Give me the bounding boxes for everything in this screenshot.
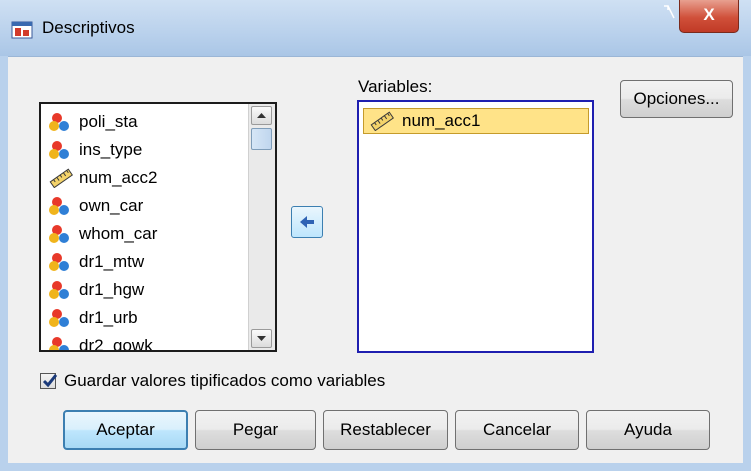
scale-ruler-icon	[49, 168, 73, 188]
nominal-icon	[49, 253, 69, 271]
window-title: Descriptivos	[42, 18, 135, 37]
variables-label: Variables:	[358, 77, 433, 96]
arrow-left-icon	[300, 216, 314, 228]
source-list-item[interactable]: dr2_gowk	[49, 332, 153, 352]
paste-button[interactable]: Pegar	[195, 410, 316, 450]
cancel-button-label: Cancelar	[482, 420, 552, 439]
save-standardized-option[interactable]: Guardar valores tipificados como variabl…	[40, 371, 385, 391]
help-button[interactable]: Ayuda	[586, 410, 710, 450]
source-list-item-label: poli_sta	[79, 112, 138, 131]
source-list-item[interactable]: dr1_urb	[49, 304, 138, 332]
help-button-label: Ayuda	[624, 420, 672, 439]
ok-button-label: Aceptar	[96, 420, 155, 439]
source-list-item[interactable]: dr1_hgw	[49, 276, 144, 304]
checkmark-icon	[42, 374, 58, 388]
save-standardized-checkbox[interactable]	[40, 373, 58, 389]
reset-button[interactable]: Restablecer	[323, 410, 448, 450]
source-list-item[interactable]: poli_sta	[49, 108, 138, 136]
source-list-item-label: dr1_urb	[79, 308, 138, 327]
source-list-item-label: whom_car	[79, 224, 158, 243]
save-standardized-label: Guardar valores tipificados como variabl…	[64, 371, 386, 390]
window-frame-bottom	[0, 463, 751, 471]
nominal-icon	[49, 309, 69, 327]
variables-item-label: num_acc1	[402, 111, 481, 130]
close-button[interactable]: X	[679, 0, 739, 33]
resize-cursor-icon	[664, 5, 675, 19]
source-list-item[interactable]: num_acc2	[49, 164, 157, 192]
nominal-icon	[49, 141, 69, 159]
scroll-down-arrow-icon	[257, 336, 266, 341]
nominal-icon	[49, 113, 69, 131]
source-variable-list[interactable]: poli_sta ins_type num_acc2 own_car whom_card…	[39, 102, 277, 352]
options-button-label: Opciones...	[633, 89, 720, 108]
options-button[interactable]: Opciones...	[620, 80, 733, 118]
scroll-down-button[interactable]	[251, 329, 272, 348]
scale-ruler-icon	[370, 111, 394, 131]
title-bar: Descriptivos X	[0, 0, 751, 57]
source-list-item-label: dr1_hgw	[79, 280, 145, 299]
scroll-thumb[interactable]	[251, 128, 272, 150]
window-frame-left	[0, 56, 8, 471]
move-variable-button[interactable]	[291, 206, 323, 238]
nominal-icon	[49, 281, 69, 299]
scroll-up-arrow-icon	[257, 113, 266, 118]
spss-dialog-icon	[11, 21, 33, 39]
source-list-item-label: own_car	[79, 196, 144, 215]
source-list-item[interactable]: own_car	[49, 192, 143, 220]
scroll-up-button[interactable]	[251, 106, 272, 125]
list-scrollbar[interactable]	[248, 104, 275, 350]
window-frame-right	[743, 56, 751, 471]
source-list-item-label: num_acc2	[79, 168, 158, 187]
variables-target-list[interactable]: num_acc1	[357, 100, 594, 353]
source-list-item-label: dr2_gowk	[79, 336, 153, 352]
nominal-icon	[49, 225, 69, 243]
source-list-item-label: ins_type	[79, 140, 143, 159]
paste-button-label: Pegar	[232, 420, 279, 439]
source-list-item-label: dr1_mtw	[79, 252, 145, 271]
nominal-icon	[49, 337, 69, 350]
nominal-icon	[49, 197, 69, 215]
source-list-item[interactable]: whom_car	[49, 220, 157, 248]
variables-list-item-selected[interactable]: num_acc1	[363, 108, 589, 134]
cancel-button[interactable]: Cancelar	[455, 410, 579, 450]
source-list-item[interactable]: ins_type	[49, 136, 142, 164]
reset-button-label: Restablecer	[340, 420, 431, 439]
source-list-item[interactable]: dr1_mtw	[49, 248, 144, 276]
ok-button[interactable]: Aceptar	[63, 410, 188, 450]
